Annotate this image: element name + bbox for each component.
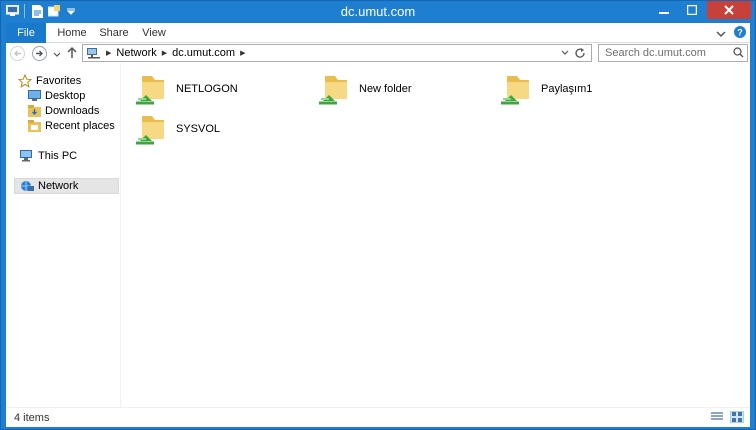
- sidebar-label: This PC: [38, 150, 78, 162]
- tab-share[interactable]: Share: [94, 23, 134, 43]
- navigation-pane: Favorites Desktop Downloads Recent place…: [6, 63, 121, 407]
- breadcrumb-network[interactable]: Network: [116, 47, 156, 59]
- sidebar-item-recent-places[interactable]: Recent places: [28, 120, 115, 132]
- maximize-button[interactable]: [679, 1, 705, 19]
- search-input[interactable]: Search dc.umut.com: [598, 44, 748, 62]
- sidebar-item-desktop[interactable]: Desktop: [28, 90, 85, 102]
- breadcrumb-separator-icon: ▶: [161, 50, 168, 57]
- network-icon: [20, 180, 34, 192]
- computer-icon: [20, 150, 34, 162]
- expand-ribbon-chevron-icon[interactable]: [716, 27, 726, 41]
- forward-button[interactable]: [32, 46, 47, 61]
- view-switcher: [710, 411, 744, 423]
- ribbon-right-controls: ?: [716, 26, 746, 41]
- status-bar: 4 items: [6, 407, 750, 427]
- tab-home[interactable]: Home: [52, 23, 92, 43]
- folder-name: Paylaşım1: [541, 83, 593, 95]
- close-button[interactable]: [707, 1, 751, 19]
- sidebar-item-this-pc[interactable]: This PC: [20, 150, 77, 162]
- help-icon[interactable]: ?: [734, 26, 746, 41]
- back-button[interactable]: [10, 46, 25, 61]
- refresh-icon[interactable]: [574, 47, 586, 59]
- sidebar-item-favorites[interactable]: Favorites: [18, 74, 81, 88]
- sidebar-label: Favorites: [36, 75, 82, 87]
- downloads-folder-icon: [28, 105, 41, 117]
- sidebar-label: Recent places: [45, 120, 115, 132]
- star-icon: [18, 74, 32, 88]
- tab-file[interactable]: File: [6, 23, 46, 43]
- large-icons-view-icon[interactable]: [730, 411, 744, 423]
- shared-folder-icon: [134, 111, 170, 147]
- window-controls: [651, 1, 751, 19]
- folder-content-area: NETLOGON New folder Paylaşım1 SYSVOL: [122, 63, 750, 407]
- folder-item[interactable]: SYSVOL: [134, 111, 220, 147]
- navigation-bar: ▶ Network ▶ dc.umut.com ▶ Search dc.umut…: [6, 43, 750, 63]
- tab-view[interactable]: View: [136, 23, 172, 43]
- recent-places-icon: [28, 120, 41, 132]
- folder-item[interactable]: Paylaşım1: [499, 71, 592, 107]
- details-view-icon[interactable]: [710, 411, 724, 423]
- ribbon-tabs: File Home Share View ?: [6, 23, 750, 43]
- folder-item[interactable]: NETLOGON: [134, 71, 238, 107]
- shared-folder-icon: [134, 71, 170, 107]
- up-arrow-icon[interactable]: [66, 46, 78, 62]
- sidebar-label: Downloads: [45, 105, 100, 117]
- breadcrumb-separator-icon: ▶: [106, 50, 112, 57]
- folder-name: NETLOGON: [176, 83, 238, 95]
- recent-locations-chevron-icon[interactable]: [53, 48, 61, 62]
- shared-folder-icon: [317, 71, 353, 107]
- explorer-body: Favorites Desktop Downloads Recent place…: [6, 63, 750, 407]
- item-count: 4 items: [14, 412, 50, 424]
- explorer-window: dc.umut.com File Home Share View ? ▶ Net…: [0, 0, 756, 430]
- breadcrumb-dc[interactable]: dc.umut.com: [172, 47, 235, 59]
- folder-name: SYSVOL: [176, 123, 221, 135]
- breadcrumb-separator-icon: ▶: [240, 50, 246, 57]
- shared-folder-icon: [499, 71, 535, 107]
- sidebar-item-downloads[interactable]: Downloads: [28, 105, 99, 117]
- svg-text:?: ?: [737, 28, 743, 38]
- title-bar: dc.umut.com: [1, 1, 755, 23]
- sidebar-item-network[interactable]: Network: [14, 178, 119, 194]
- sidebar-label: Network: [38, 180, 79, 192]
- address-bar[interactable]: ▶ Network ▶ dc.umut.com ▶: [82, 44, 592, 62]
- sidebar-label: Desktop: [45, 90, 86, 102]
- folder-name: New folder: [359, 83, 412, 95]
- address-dropdown-icon[interactable]: [561, 49, 569, 57]
- minimize-button[interactable]: [651, 1, 677, 19]
- desktop-icon: [28, 90, 41, 102]
- network-location-icon: [87, 47, 101, 59]
- folder-item[interactable]: New folder: [317, 71, 412, 107]
- window-title: dc.umut.com: [340, 4, 416, 19]
- search-icon[interactable]: [733, 47, 744, 58]
